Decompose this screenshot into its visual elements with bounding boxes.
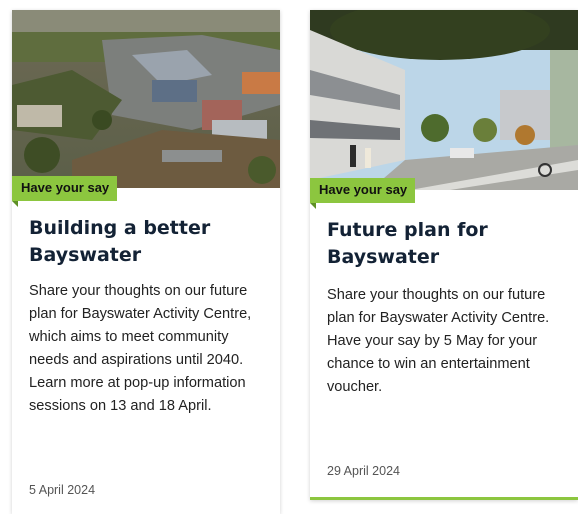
card-description: Share your thoughts on our future plan f… (29, 283, 252, 414)
have-your-say-tag: Have your say (12, 176, 118, 207)
aerial-town-image (12, 10, 280, 188)
card-date: 5 April 2024 (29, 483, 96, 497)
have-your-say-tag: Have your say (310, 178, 416, 209)
card-date: 29 April 2024 (327, 464, 400, 478)
news-card-future-plan[interactable]: Have your say Future plan for Bayswater … (310, 10, 578, 500)
street-render-image (310, 10, 578, 190)
card-title[interactable]: Building a better Bayswater (29, 215, 268, 269)
card-description: Share your thoughts on our future plan f… (327, 287, 550, 395)
news-card-building-bayswater[interactable]: Have your say Building a better Bayswate… (12, 10, 280, 514)
card-title[interactable]: Future plan for Bayswater (327, 217, 566, 271)
